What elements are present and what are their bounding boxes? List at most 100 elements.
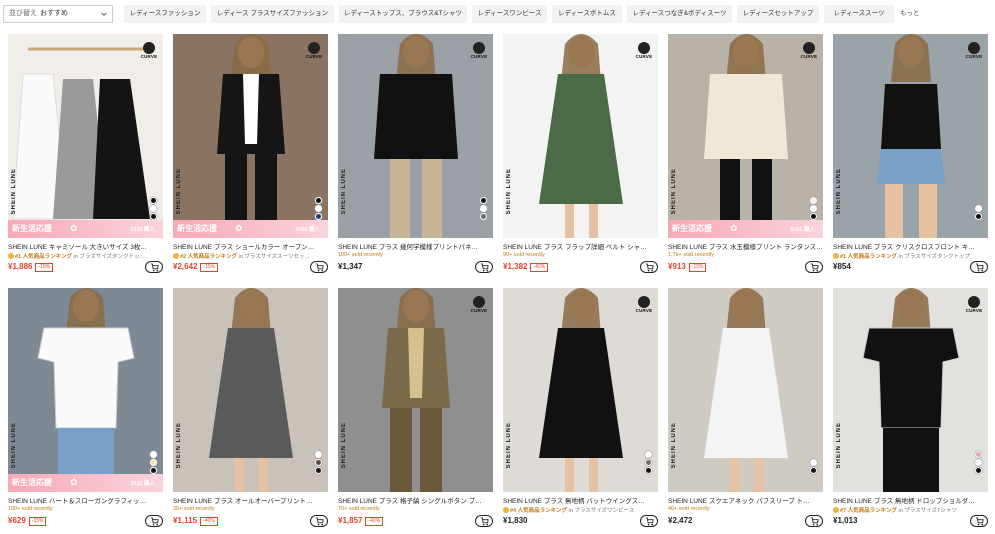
product-title[interactable]: SHEIN LUNE プラス 水玉模様プリント ランタンスリ… — [668, 241, 823, 251]
product-image-frame[interactable]: SHEIN LUNE 新生活応援 ✿ 2111 購入 — [8, 288, 163, 492]
price-value: ¥1,830 — [503, 516, 528, 525]
product-title[interactable]: SHEIN LUNE プラス オールオーバープリント… — [173, 495, 328, 505]
color-swatch[interactable] — [315, 459, 322, 466]
color-swatch[interactable] — [645, 451, 652, 458]
more-link[interactable]: もっと — [900, 5, 920, 23]
category-chip[interactable]: レディーススーツ — [824, 5, 894, 23]
color-swatch[interactable] — [975, 213, 982, 220]
color-swatch[interactable] — [975, 205, 982, 212]
category-chip[interactable]: レディーストップス、ブラウス&Tシャツ — [339, 5, 467, 23]
color-swatch[interactable] — [810, 467, 817, 474]
color-swatch[interactable] — [480, 197, 487, 204]
color-swatch[interactable] — [315, 197, 322, 204]
ranking-category[interactable]: in プラスサイズタンクトッ… — [74, 254, 146, 260]
color-swatch[interactable] — [975, 467, 982, 474]
color-swatch[interactable] — [150, 197, 157, 204]
product-card[interactable]: SHEIN LUNE 新生活応援 ✿ 2111 購入 SHEIN LUNE ハート＆スロ… — [8, 288, 163, 534]
category-chip[interactable]: レディースつなぎ&ボディスーツ — [627, 5, 732, 23]
color-swatch[interactable] — [975, 451, 982, 458]
product-image-frame[interactable]: CURVE SHEIN LUNE — [338, 34, 493, 238]
product-subline: 100+ sold recently — [8, 506, 163, 512]
color-swatch[interactable] — [810, 205, 817, 212]
category-chip[interactable]: レディースワンピース — [472, 5, 547, 23]
color-swatch[interactable] — [150, 213, 157, 220]
ranking-text[interactable]: #4 人気商品ランキング — [510, 508, 567, 514]
color-swatch[interactable] — [810, 197, 817, 204]
add-to-cart-button[interactable] — [640, 261, 658, 273]
product-title[interactable]: SHEIN LUNE プラス 格子縞 シングルボタン ブ… — [338, 495, 493, 505]
product-card[interactable]: CURVE SHEIN LUNE 新生活応援 ✿ 5161 購入 SHEIN LUNE プ… — [668, 34, 823, 280]
product-title[interactable]: SHEIN LUNE ハート＆スローガングラフィッ… — [8, 495, 163, 505]
product-image-frame[interactable]: CURVE SHEIN LUNE — [503, 288, 658, 492]
ranking-text[interactable]: #1 人気商品ランキング — [840, 254, 897, 260]
product-image-frame[interactable]: CURVE SHEIN LUNE — [833, 288, 988, 492]
add-to-cart-button[interactable] — [970, 515, 988, 527]
product-card[interactable]: CURVE SHEIN LUNE SHEIN LUNE プラス クリスクロスフロント… — [833, 34, 988, 280]
color-swatch[interactable] — [480, 205, 487, 212]
color-swatch[interactable] — [315, 467, 322, 474]
curve-logo-icon — [473, 42, 485, 54]
ranking-category[interactable]: in プラスサイズTシャツ — [899, 508, 957, 514]
product-image-frame[interactable]: SHEIN LUNE — [173, 288, 328, 492]
color-swatch[interactable] — [150, 205, 157, 212]
add-to-cart-button[interactable] — [310, 261, 328, 273]
curve-label: CURVE — [305, 54, 323, 59]
product-card[interactable]: CURVE SHEIN LUNE SHEIN LUNE プラス 幾何学模様プリントパ… — [338, 34, 493, 280]
ranking-text[interactable]: #7 人気商品ランキング — [840, 508, 897, 514]
add-to-cart-button[interactable] — [145, 261, 163, 273]
color-swatch[interactable] — [810, 213, 817, 220]
ranking-category[interactable]: in プラスサイズワンピース — [569, 508, 635, 514]
product-card[interactable]: CURVE SHEIN LUNE SHEIN LUNE プラス 無地柄 ドロップショ… — [833, 288, 988, 534]
product-title[interactable]: SHEIN LUNE プラス フラップ詳細 ベルト シャ… — [503, 241, 658, 251]
category-chip[interactable]: レディースボトムス — [552, 5, 622, 23]
sort-dropdown[interactable]: 並び替え おすすめ — [3, 5, 113, 23]
product-card[interactable]: CURVE SHEIN LUNE 新生活応援 ✿ 2466 購入 SHEIN LUNE プ… — [173, 34, 328, 280]
product-title[interactable]: SHEIN LUNE プラス 無地柄 ドロップショルダ… — [833, 495, 988, 505]
product-title[interactable]: SHEIN LUNE プラス 幾何学模様プリントパネ… — [338, 241, 493, 251]
product-image-frame[interactable]: SHEIN LUNE — [668, 288, 823, 492]
product-image-frame[interactable]: CURVE SHEIN LUNE 新生活応援 ✿ 2333 購入 — [8, 34, 163, 238]
product-image-frame[interactable]: CURVE SHEIN LUNE 新生活応援 ✿ 5161 購入 — [668, 34, 823, 238]
product-title[interactable]: SHEIN LUNE スクエアネック パフスリーブ ト… — [668, 495, 823, 505]
product-title[interactable]: SHEIN LUNE プラス クリスクロスフロント キ… — [833, 241, 988, 251]
add-to-cart-button[interactable] — [805, 261, 823, 273]
add-to-cart-button[interactable] — [805, 515, 823, 527]
product-card[interactable]: SHEIN LUNE SHEIN LUNE スクエアネック パフスリーブ ト… 40… — [668, 288, 823, 534]
color-swatch[interactable] — [150, 467, 157, 474]
color-swatch[interactable] — [315, 213, 322, 220]
product-card[interactable]: CURVE SHEIN LUNE SHEIN LUNE プラス フラップ詳細 ベルト… — [503, 34, 658, 280]
add-to-cart-button[interactable] — [475, 515, 493, 527]
add-to-cart-button[interactable] — [970, 261, 988, 273]
product-image-frame[interactable]: CURVE SHEIN LUNE — [338, 288, 493, 492]
ranking-category[interactable]: in プラスサイズスーツセッ… — [239, 254, 310, 260]
color-swatch[interactable] — [645, 467, 652, 474]
product-card[interactable]: CURVE SHEIN LUNE SHEIN LUNE プラス 無地柄 バットウイン… — [503, 288, 658, 534]
color-swatch[interactable] — [150, 459, 157, 466]
add-to-cart-button[interactable] — [640, 515, 658, 527]
color-swatch[interactable] — [480, 213, 487, 220]
product-card[interactable]: CURVE SHEIN LUNE 新生活応援 ✿ 2333 購入 SHEIN LUNE キ… — [8, 34, 163, 280]
color-swatch[interactable] — [810, 459, 817, 466]
add-to-cart-button[interactable] — [475, 261, 493, 273]
category-chip[interactable]: レディースファッション — [124, 5, 206, 23]
product-image-frame[interactable]: CURVE SHEIN LUNE — [503, 34, 658, 238]
product-title[interactable]: SHEIN LUNE プラス 無地柄 バットウイングス… — [503, 495, 658, 505]
product-title[interactable]: SHEIN LUNE プラス ショールカラー オープン… — [173, 241, 328, 251]
color-swatch[interactable] — [645, 459, 652, 466]
ranking-category[interactable]: in プラスサイズタンクトップ — [899, 254, 971, 260]
ranking-text[interactable]: #1 人気商品ランキング — [15, 254, 72, 260]
color-swatch[interactable] — [315, 451, 322, 458]
category-chip[interactable]: レディース プラスサイズファッション — [211, 5, 334, 23]
color-swatch[interactable] — [315, 205, 322, 212]
product-title[interactable]: SHEIN LUNE キャミソール 大きいサイズ 3枚… — [8, 241, 163, 251]
color-swatch[interactable] — [975, 459, 982, 466]
product-image-frame[interactable]: CURVE SHEIN LUNE 新生活応援 ✿ 2466 購入 — [173, 34, 328, 238]
product-card[interactable]: CURVE SHEIN LUNE SHEIN LUNE プラス 格子縞 シングルボタ… — [338, 288, 493, 534]
add-to-cart-button[interactable] — [310, 515, 328, 527]
color-swatch[interactable] — [150, 451, 157, 458]
add-to-cart-button[interactable] — [145, 515, 163, 527]
product-image-frame[interactable]: CURVE SHEIN LUNE — [833, 34, 988, 238]
ranking-text[interactable]: #2 人気商品ランキング — [180, 254, 237, 260]
product-card[interactable]: SHEIN LUNE SHEIN LUNE プラス オールオーバープリント… 30+… — [173, 288, 328, 534]
category-chip[interactable]: レディースセットアップ — [737, 5, 819, 23]
